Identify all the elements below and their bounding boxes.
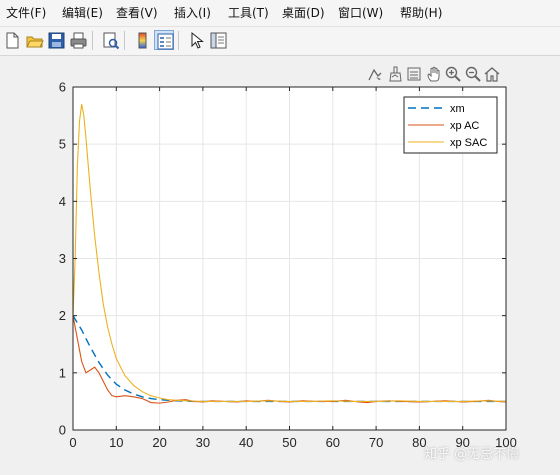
y-tick-label: 1: [59, 365, 66, 380]
y-tick-label: 0: [59, 423, 66, 438]
legend-label: xp AC: [450, 120, 479, 132]
x-tick-label: 50: [282, 435, 296, 450]
x-tick-label: 30: [196, 435, 210, 450]
x-tick-label: 70: [369, 435, 383, 450]
legend-label: xm: [450, 103, 465, 115]
x-tick-label: 10: [109, 435, 123, 450]
y-tick-label: 6: [59, 80, 66, 95]
x-tick-label: 0: [69, 435, 76, 450]
legend-label: xp SAC: [450, 137, 487, 149]
x-tick-label: 40: [239, 435, 253, 450]
line-chart: 0 10 20 30 40 50 60 70 80 90 1000123456xmxp ACxp S…: [59, 80, 517, 451]
x-tick-label: 60: [326, 435, 340, 450]
x-tick-label: 20: [152, 435, 166, 450]
y-tick-label: 2: [59, 308, 66, 323]
y-tick-label: 5: [59, 137, 66, 152]
y-tick-label: 4: [59, 194, 66, 209]
legend[interactable]: xm xp AC xp SAC: [403, 96, 498, 154]
y-tick-label: 3: [59, 251, 66, 266]
watermark: 知乎 @无忌不悔: [424, 447, 520, 462]
